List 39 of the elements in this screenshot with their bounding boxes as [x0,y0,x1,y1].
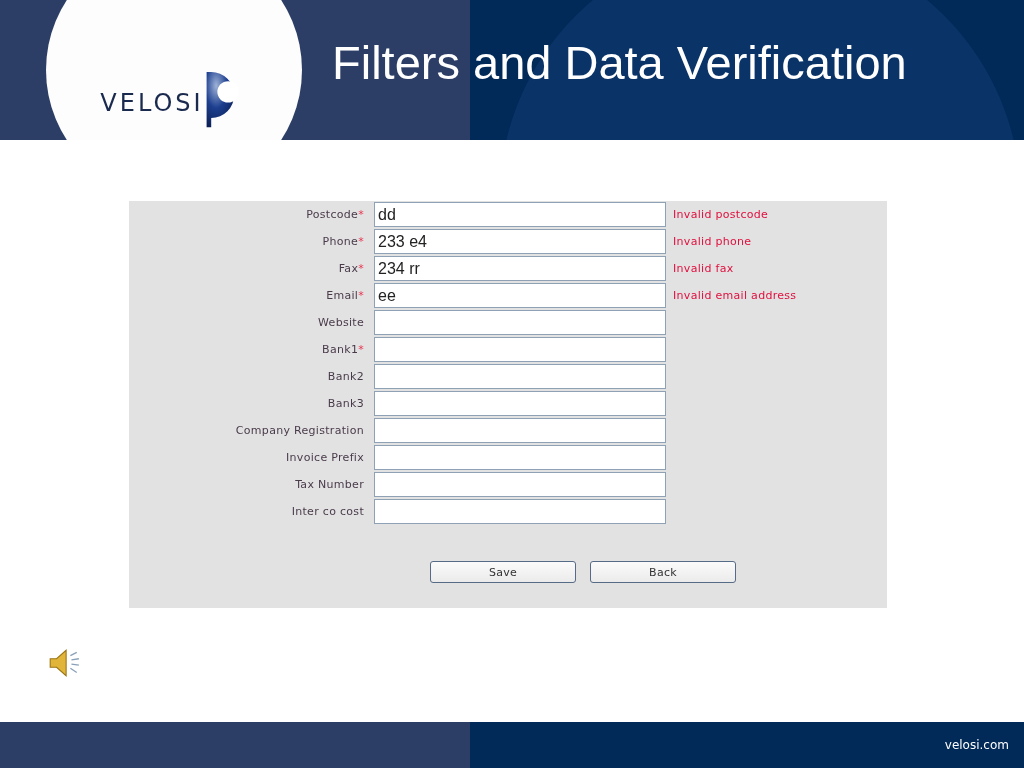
logo-text: VELOSI [100,89,204,117]
required-asterisk: * [358,262,364,275]
input-field[interactable] [374,337,666,362]
field-label: Inter co cost [290,505,365,518]
input-field[interactable] [374,418,666,443]
field-label: Website [317,316,365,329]
required-asterisk: * [358,343,364,356]
field-label: Postcode [306,208,359,221]
slide-title: Filters and Data Verification [332,34,907,90]
input-field[interactable]: ee [374,283,666,308]
input-field[interactable] [374,310,666,335]
field-label: Phone [322,235,359,248]
field-label: Bank2 [326,370,365,383]
input-field[interactable] [374,472,666,497]
field-label: Fax [338,262,359,275]
error-message: Invalid fax [672,262,735,275]
field-label: Tax Number [294,478,365,491]
input-field[interactable] [374,391,666,416]
input-field[interactable]: dd [374,202,666,227]
input-field[interactable]: 233 e4 [374,229,666,254]
footer-website-text: velosi.com [944,738,1009,752]
input-field[interactable]: 234 rr [374,256,666,281]
field-label: Company Registration [234,424,365,437]
input-field[interactable] [374,364,666,389]
required-asterisk: * [358,289,364,302]
error-message: Invalid email address [672,289,798,302]
input-field[interactable] [374,445,666,470]
input-field[interactable] [374,499,666,524]
error-message: Invalid phone [672,235,753,248]
field-label: Bank3 [326,397,365,410]
required-asterisk: * [358,208,364,221]
form-button[interactable]: Save [430,561,576,583]
speaker-icon[interactable] [47,646,81,680]
field-label: Email [326,289,359,302]
error-message: Invalid postcode [672,208,770,221]
field-label: Invoice Prefix [285,451,365,464]
required-asterisk: * [358,235,364,248]
form-button[interactable]: Back [590,561,736,583]
field-label: Bank1 [322,343,359,356]
